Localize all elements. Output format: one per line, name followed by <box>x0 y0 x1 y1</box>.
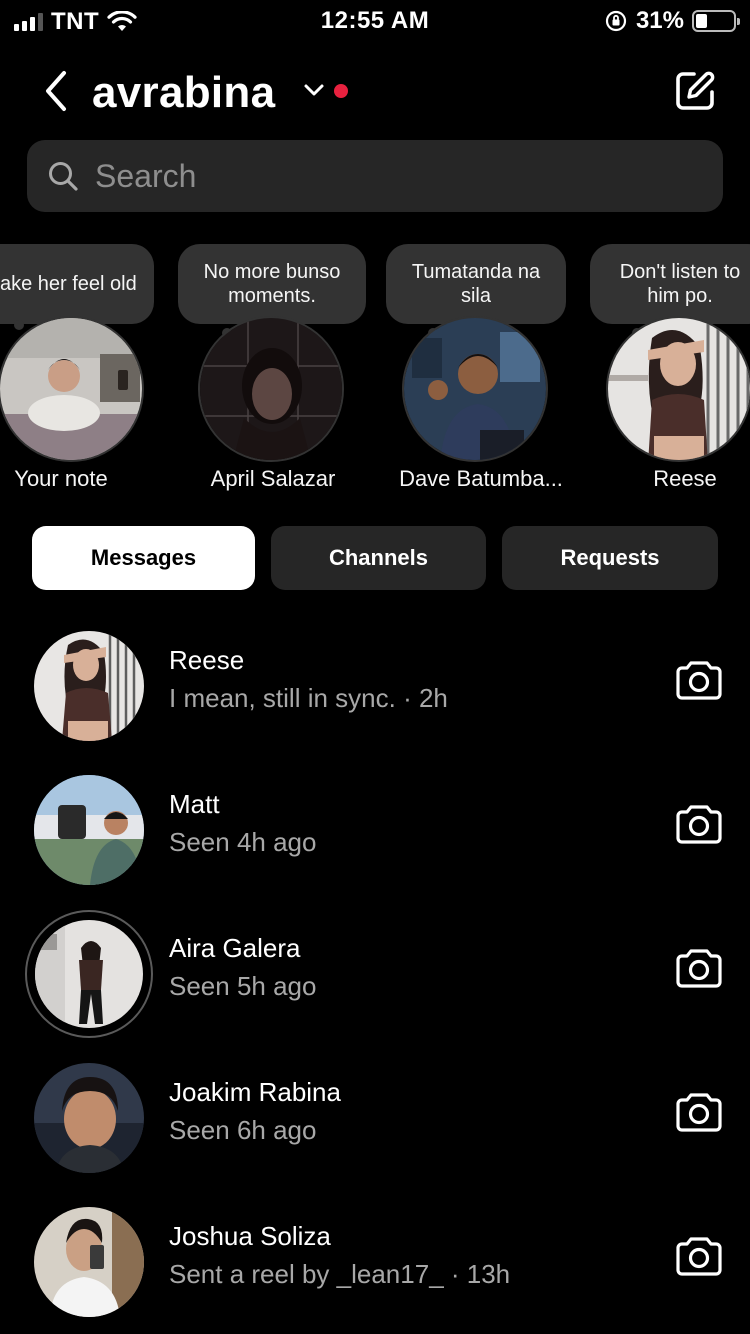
search-bar[interactable] <box>27 140 723 212</box>
note-bubble[interactable]: make her feel old <box>0 244 154 324</box>
camera-icon <box>676 1237 722 1276</box>
chevron-left-icon <box>46 71 66 111</box>
notes-row: make her feel old Your note No more buns… <box>0 240 750 500</box>
note-item[interactable]: No more bunso moments. April Salazar <box>178 240 368 500</box>
tab-messages[interactable]: Messages <box>32 526 255 590</box>
account-name[interactable]: avrabina <box>92 68 275 118</box>
avatar-with-story-ring[interactable] <box>25 910 153 1038</box>
battery-icon <box>692 10 740 32</box>
note-text: No more bunso moments. <box>203 261 341 307</box>
thread-preview: Seen 4h ago <box>169 827 317 857</box>
avatar[interactable] <box>606 316 750 462</box>
note-bubble-tail <box>14 320 24 330</box>
note-author: April Salazar <box>210 466 336 491</box>
thread-row[interactable]: Reese I mean, still in sync. · 2h <box>0 625 750 749</box>
thread-row[interactable]: Aira Galera Seen 5h ago <box>0 910 750 1038</box>
camera-button[interactable] <box>674 1231 724 1279</box>
battery-percent: 31% <box>635 7 684 34</box>
camera-icon <box>676 1093 722 1132</box>
avatar <box>35 920 143 1028</box>
camera-icon <box>676 805 722 844</box>
note-text: Don't listen to him po. <box>619 261 741 307</box>
camera-button[interactable] <box>674 1087 724 1135</box>
avatar[interactable] <box>0 316 144 462</box>
avatar[interactable] <box>34 631 144 741</box>
avatar[interactable] <box>402 316 548 462</box>
avatar[interactable] <box>34 775 144 885</box>
search-icon <box>49 162 78 191</box>
note-item[interactable]: make her feel old Your note <box>0 240 156 500</box>
note-text: Tumatanda na sila <box>411 261 541 307</box>
camera-button[interactable] <box>674 655 724 703</box>
avatar[interactable] <box>34 1063 144 1173</box>
account-switcher-chevron[interactable] <box>302 80 326 100</box>
note-item[interactable]: Don't listen to him po. Reese <box>590 240 750 500</box>
search-input[interactable] <box>95 157 655 195</box>
header: avrabina <box>0 60 750 122</box>
thread-name: Joshua Soliza <box>169 1221 331 1251</box>
thread-preview: Seen 6h ago <box>169 1115 317 1145</box>
camera-button[interactable] <box>674 799 724 847</box>
tab-channels[interactable]: Channels <box>271 526 486 590</box>
inbox-tabs: Messages Channels Requests <box>32 526 718 590</box>
notification-dot <box>334 84 348 98</box>
thread-row[interactable]: Joakim Rabina Seen 6h ago <box>0 1057 750 1181</box>
note-bubble[interactable]: No more bunso moments. <box>178 244 366 324</box>
thread-name: Aira Galera <box>169 933 301 963</box>
avatar[interactable] <box>198 316 344 462</box>
note-bubble[interactable]: Tumatanda na sila <box>386 244 566 324</box>
camera-button[interactable] <box>674 943 724 991</box>
thread-row[interactable]: Joshua Soliza Sent a reel by _lean17_ · … <box>0 1201 750 1325</box>
note-author: Dave Batumba... <box>399 466 563 491</box>
chevron-down-icon <box>304 84 324 96</box>
thread-name: Joakim Rabina <box>169 1077 341 1107</box>
tab-requests[interactable]: Requests <box>502 526 718 590</box>
camera-icon <box>676 661 722 700</box>
avatar[interactable] <box>34 1207 144 1317</box>
note-author: Reese <box>653 466 717 491</box>
thread-name: Matt <box>169 789 220 819</box>
note-text: make her feel old <box>0 273 137 295</box>
thread-preview: Seen 5h ago <box>169 971 317 1001</box>
thread-preview: I mean, still in sync. · 2h <box>169 683 448 713</box>
thread-preview: Sent a reel by _lean17_ · 13h <box>169 1259 511 1289</box>
thread-name: Reese <box>169 645 245 675</box>
back-button[interactable] <box>36 66 76 116</box>
compose-button[interactable] <box>670 66 720 116</box>
note-bubble[interactable]: Don't listen to him po. <box>590 244 750 324</box>
status-right: 31% <box>604 7 740 35</box>
note-author: Your note <box>14 466 108 491</box>
thread-row[interactable]: Matt Seen 4h ago <box>0 769 750 893</box>
note-item[interactable]: Tumatanda na sila Dave Batumba... <box>386 240 576 500</box>
status-bar: TNT 12:55 AM 31% <box>0 0 750 42</box>
camera-icon <box>676 949 722 988</box>
compose-icon <box>676 71 715 110</box>
orientation-lock-icon <box>604 9 628 33</box>
battery-level <box>696 14 708 28</box>
